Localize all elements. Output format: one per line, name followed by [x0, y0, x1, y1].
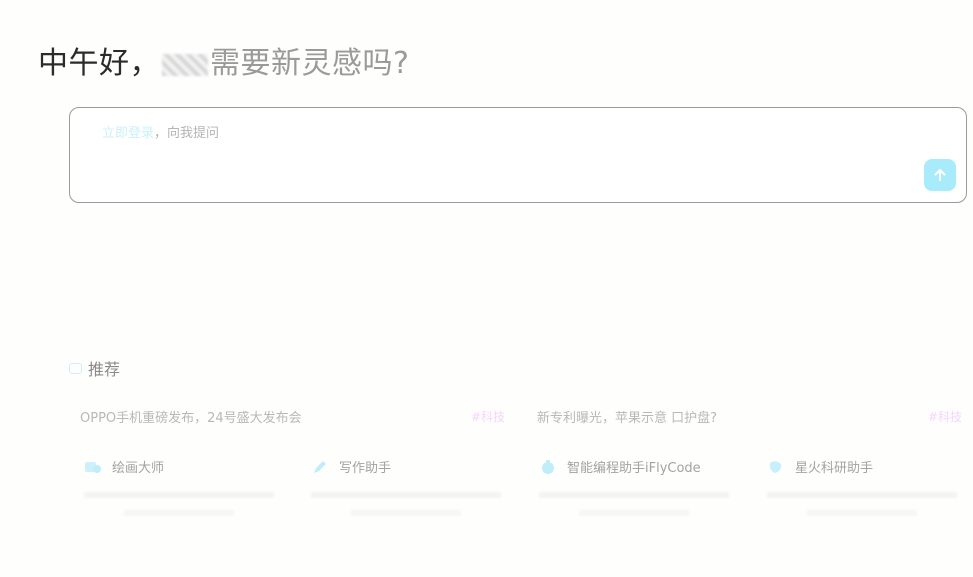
greeting-rest: 需要新灵感吗?	[210, 46, 410, 81]
code-icon	[539, 459, 557, 475]
tool-card-paint[interactable]: 绘画大师	[84, 457, 284, 524]
tool-name: 智能编程助手iFlyCode	[567, 461, 701, 476]
news-item[interactable]: OPPO手机重磅发布，24号盛大发布会 #科技	[80, 406, 505, 426]
greeting-heading: 中午好， 需要新灵感吗?	[38, 42, 409, 86]
tool-description	[311, 490, 506, 524]
tool-name: 写作助手	[339, 461, 392, 476]
login-link[interactable]: 立即登录	[102, 126, 154, 141]
masked-username	[162, 53, 208, 76]
tool-card-writing[interactable]: 写作助手	[311, 457, 511, 524]
news-item[interactable]: 新专利曝光，苹果示意 口护盘? #科技	[537, 406, 962, 426]
tool-description	[767, 490, 962, 524]
recommend-heading: 推荐	[88, 360, 121, 379]
paint-icon	[84, 459, 102, 475]
news-tag: #科技	[470, 409, 505, 424]
tool-description	[539, 490, 734, 524]
tool-name: 星火科研助手	[795, 461, 874, 476]
tool-name: 绘画大师	[112, 461, 165, 476]
input-placeholder: 立即登录，向我提问	[102, 122, 219, 141]
research-icon	[767, 459, 785, 475]
recommend-header: 推荐	[69, 356, 120, 380]
tool-description	[84, 490, 279, 524]
news-tag: #科技	[927, 409, 962, 424]
input-prompt-text: ，向我提问	[154, 126, 220, 141]
greeting-lead: 中午好，	[38, 46, 160, 81]
send-button[interactable]	[924, 159, 956, 191]
tool-card-code[interactable]: 智能编程助手iFlyCode	[539, 457, 739, 524]
news-title: 新专利曝光，苹果示意 口护盘?	[537, 410, 718, 426]
tool-card-research[interactable]: 星火科研助手	[767, 457, 967, 524]
recommend-icon	[69, 362, 82, 374]
question-input-box[interactable]: 立即登录，向我提问	[69, 107, 967, 203]
arrow-up-icon	[934, 169, 946, 181]
news-title: OPPO手机重磅发布，24号盛大发布会	[80, 410, 302, 426]
pen-icon	[311, 459, 329, 475]
